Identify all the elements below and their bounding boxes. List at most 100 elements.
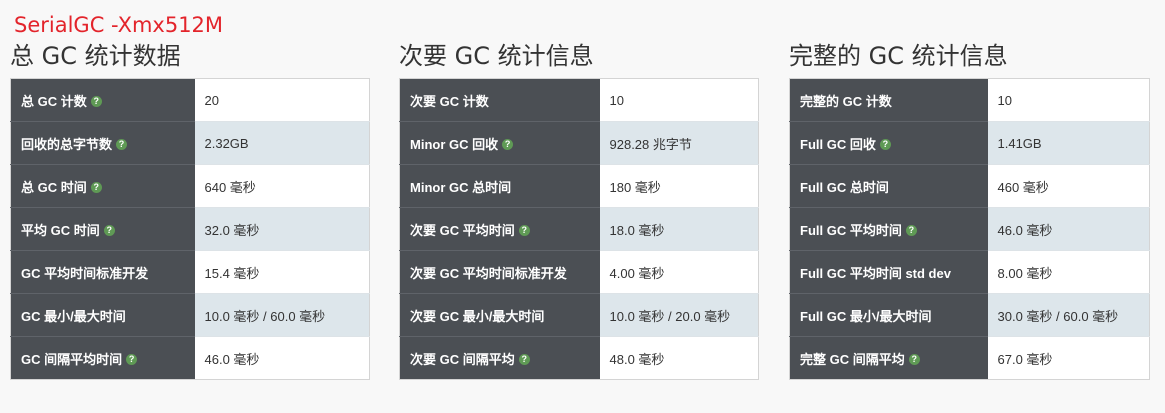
stat-label: Full GC 总时间 [800, 179, 889, 195]
stat-label: Full GC 最小/最大时间 [800, 308, 932, 324]
table-row: Minor GC 总时间 180 毫秒 [399, 164, 759, 208]
stat-value: 67.0 毫秒 [987, 336, 1150, 380]
stat-label-cell: 平均 GC 时间? [10, 207, 195, 251]
stat-label: Full GC 平均时间 [800, 222, 902, 238]
stat-value: 46.0 毫秒 [987, 207, 1150, 251]
stat-label-cell: 次要 GC 计数 [399, 78, 600, 122]
stat-value: 20 [194, 78, 370, 122]
stat-label: Minor GC 总时间 [410, 179, 512, 195]
stat-label-cell: Minor GC 回收? [399, 121, 600, 165]
stat-value: 928.28 兆字节 [599, 121, 759, 165]
stat-value: 180 毫秒 [599, 164, 759, 208]
panel-minor-gc-stats: 次要 GC 统计信息 次要 GC 计数 10 Minor GC 回收? 928.28 … [399, 42, 759, 380]
help-icon[interactable]: ? [908, 353, 920, 365]
stat-label: 次要 GC 平均时间 [410, 222, 515, 238]
stat-label-cell: GC 间隔平均时间? [10, 336, 195, 380]
panel-total-gc-stats: 总 GC 统计数据 总 GC 计数? 20 回收的总字节数? 2.32GB 总 GC 时… [10, 42, 370, 380]
stat-value: 2.32GB [194, 121, 370, 165]
stat-value: 4.00 毫秒 [599, 250, 759, 294]
table-row: 完整的 GC 计数 10 [789, 78, 1150, 122]
stat-label: GC 间隔平均时间 [21, 351, 123, 367]
stat-label: Full GC 平均时间 std dev [800, 265, 951, 281]
stat-label-cell: 完整 GC 间隔平均? [789, 336, 988, 380]
stat-label-cell: 完整的 GC 计数 [789, 78, 988, 122]
stat-label-cell: Minor GC 总时间 [399, 164, 600, 208]
stat-value: 10.0 毫秒 / 20.0 毫秒 [599, 293, 759, 337]
stat-label-cell: Full GC 总时间 [789, 164, 988, 208]
stat-value: 1.41GB [987, 121, 1150, 165]
table-row: 次要 GC 计数 10 [399, 78, 759, 122]
table-row: Full GC 总时间 460 毫秒 [789, 164, 1150, 208]
table-row: 完整 GC 间隔平均? 67.0 毫秒 [789, 336, 1150, 380]
stat-value: 8.00 毫秒 [987, 250, 1150, 294]
stat-label-cell: Full GC 最小/最大时间 [789, 293, 988, 337]
stat-label-cell: 次要 GC 平均时间? [399, 207, 600, 251]
stats-table: 次要 GC 计数 10 Minor GC 回收? 928.28 兆字节 Minor GC… [399, 78, 759, 380]
table-row: Minor GC 回收? 928.28 兆字节 [399, 121, 759, 165]
panel-title: 次要 GC 统计信息 [399, 42, 594, 70]
help-icon[interactable]: ? [879, 138, 891, 150]
table-row: Full GC 最小/最大时间 30.0 毫秒 / 60.0 毫秒 [789, 293, 1150, 337]
table-row: 次要 GC 平均时间? 18.0 毫秒 [399, 207, 759, 251]
panel-title: 总 GC 统计数据 [10, 42, 181, 70]
stat-label-cell: GC 最小/最大时间 [10, 293, 195, 337]
stat-label-cell: Full GC 平均时间? [789, 207, 988, 251]
stat-label-cell: 总 GC 时间? [10, 164, 195, 208]
panel-full-gc-stats: 完整的 GC 统计信息 完整的 GC 计数 10 Full GC 回收? 1.41GB… [789, 42, 1150, 380]
stat-label: 总 GC 时间 [21, 179, 87, 195]
stat-label: GC 平均时间标准开发 [21, 265, 149, 281]
stat-label-cell: 总 GC 计数? [10, 78, 195, 122]
stat-value: 10 [987, 78, 1150, 122]
help-icon[interactable]: ? [518, 353, 530, 365]
table-row: GC 间隔平均时间? 46.0 毫秒 [10, 336, 370, 380]
stat-value: 32.0 毫秒 [194, 207, 370, 251]
stat-label-cell: Full GC 回收? [789, 121, 988, 165]
help-icon[interactable]: ? [90, 181, 102, 193]
table-row: 总 GC 时间? 640 毫秒 [10, 164, 370, 208]
stat-label: Full GC 回收 [800, 136, 876, 152]
table-row: 平均 GC 时间? 32.0 毫秒 [10, 207, 370, 251]
help-icon[interactable]: ? [90, 95, 102, 107]
stats-table: 完整的 GC 计数 10 Full GC 回收? 1.41GB Full GC 总时间 4… [789, 78, 1150, 380]
stat-label: 总 GC 计数 [21, 93, 87, 109]
help-icon[interactable]: ? [905, 224, 917, 236]
stat-value: 460 毫秒 [987, 164, 1150, 208]
stat-label: Minor GC 回收 [410, 136, 499, 152]
stat-label-cell: 回收的总字节数? [10, 121, 195, 165]
help-icon[interactable]: ? [103, 224, 115, 236]
help-icon[interactable]: ? [116, 138, 128, 150]
stat-value: 46.0 毫秒 [194, 336, 370, 380]
table-row: 次要 GC 最小/最大时间 10.0 毫秒 / 20.0 毫秒 [399, 293, 759, 337]
stat-label-cell: 次要 GC 平均时间标准开发 [399, 250, 600, 294]
stats-table: 总 GC 计数? 20 回收的总字节数? 2.32GB 总 GC 时间? 640 毫秒 平均… [10, 78, 370, 380]
help-icon[interactable]: ? [126, 353, 138, 365]
stat-label: 完整 GC 间隔平均 [800, 351, 905, 367]
stat-label: 回收的总字节数 [21, 136, 113, 152]
table-row: 总 GC 计数? 20 [10, 78, 370, 122]
stat-label: 平均 GC 时间 [21, 222, 100, 238]
stat-value: 18.0 毫秒 [599, 207, 759, 251]
stat-value: 10.0 毫秒 / 60.0 毫秒 [194, 293, 370, 337]
stat-value: 15.4 毫秒 [194, 250, 370, 294]
stat-value: 10 [599, 78, 759, 122]
table-row: Full GC 回收? 1.41GB [789, 121, 1150, 165]
stat-value: 640 毫秒 [194, 164, 370, 208]
stat-label: 次要 GC 计数 [410, 93, 489, 109]
stat-label-cell: GC 平均时间标准开发 [10, 250, 195, 294]
table-row: 次要 GC 平均时间标准开发 4.00 毫秒 [399, 250, 759, 294]
stat-label: GC 最小/最大时间 [21, 308, 126, 324]
table-row: GC 最小/最大时间 10.0 毫秒 / 60.0 毫秒 [10, 293, 370, 337]
stat-label-cell: 次要 GC 间隔平均? [399, 336, 600, 380]
stat-label: 次要 GC 平均时间标准开发 [410, 265, 567, 281]
stat-label-cell: Full GC 平均时间 std dev [789, 250, 988, 294]
panel-title: 完整的 GC 统计信息 [789, 42, 1008, 70]
stat-value: 30.0 毫秒 / 60.0 毫秒 [987, 293, 1150, 337]
table-row: Full GC 平均时间? 46.0 毫秒 [789, 207, 1150, 251]
help-icon[interactable]: ? [518, 224, 530, 236]
stat-label: 完整的 GC 计数 [800, 93, 892, 109]
table-row: 回收的总字节数? 2.32GB [10, 121, 370, 165]
stat-value: 48.0 毫秒 [599, 336, 759, 380]
stat-label: 次要 GC 最小/最大时间 [410, 308, 545, 324]
help-icon[interactable]: ? [502, 138, 514, 150]
stat-label-cell: 次要 GC 最小/最大时间 [399, 293, 600, 337]
